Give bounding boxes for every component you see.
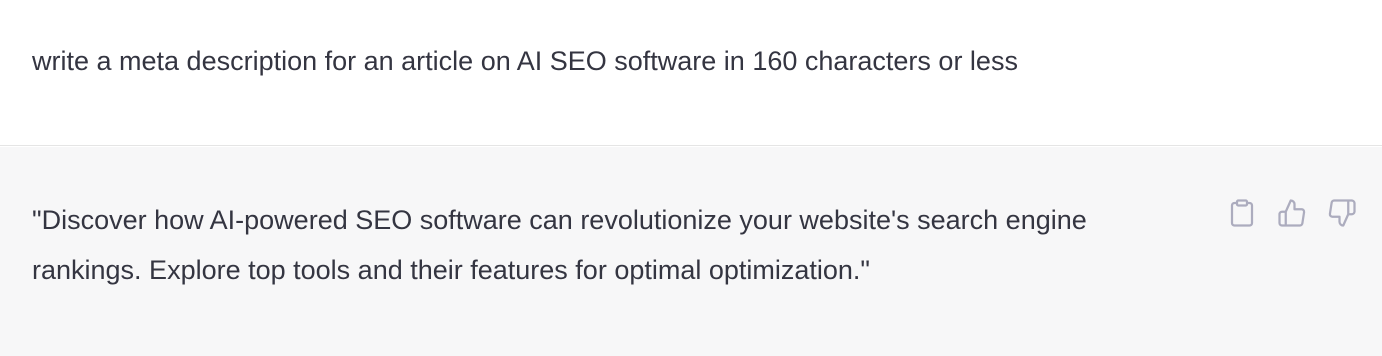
assistant-message-text: "Discover how AI-powered SEO software ca…: [32, 205, 1087, 285]
thumbs-down-button[interactable]: [1324, 195, 1360, 231]
user-message: write a meta description for an article …: [0, 0, 1382, 146]
copy-button[interactable]: [1224, 195, 1260, 231]
assistant-message: "Discover how AI-powered SEO software ca…: [0, 147, 1382, 356]
thumbs-up-button[interactable]: [1274, 195, 1310, 231]
user-message-text: write a meta description for an article …: [32, 46, 1018, 76]
thumbs-up-icon: [1278, 199, 1306, 227]
message-actions: [1224, 195, 1360, 231]
thumbs-down-icon: [1328, 199, 1356, 227]
clipboard-icon: [1230, 199, 1254, 227]
